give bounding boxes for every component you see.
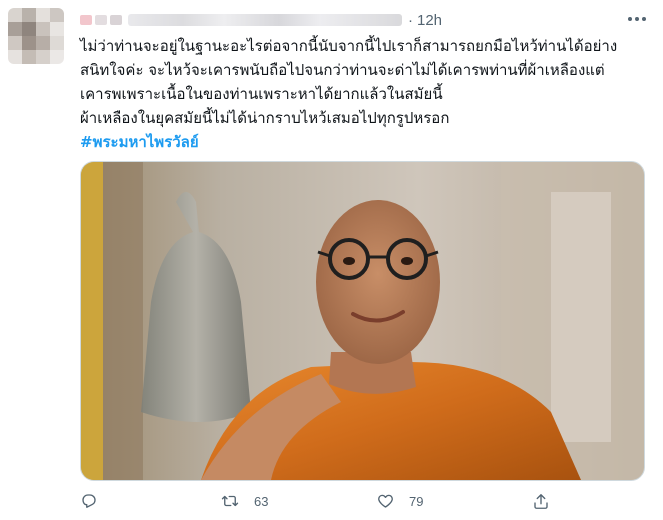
- like-button[interactable]: 79: [376, 492, 423, 510]
- like-icon: [378, 494, 393, 508]
- tweet-text: ไม่ว่าท่านจะอยู่ในฐานะอะไรต่อจากนี้นับจา…: [80, 34, 650, 154]
- more-icon[interactable]: [628, 14, 650, 24]
- share-button[interactable]: [532, 492, 550, 511]
- tweet-header: · 12h: [80, 10, 442, 30]
- share-icon: [534, 494, 548, 509]
- reply-icon: [82, 494, 96, 508]
- author-name-redacted[interactable]: [80, 15, 122, 25]
- retweet-button[interactable]: 63: [220, 492, 268, 510]
- hashtag-link[interactable]: #พระมหาไพรวัลย์: [80, 130, 650, 154]
- action-bar: 63 79: [80, 492, 650, 516]
- like-count: 79: [409, 493, 424, 509]
- tweet-body: ไม่ว่าท่านจะอยู่ในฐานะอะไรต่อจากนี้นับจา…: [80, 37, 618, 127]
- header-separator: ·: [408, 11, 413, 29]
- tweet-photo[interactable]: [80, 161, 645, 481]
- monk-photo: [81, 162, 644, 480]
- retweet-count: 63: [254, 493, 269, 509]
- avatar[interactable]: [8, 8, 64, 64]
- retweet-icon: [221, 495, 239, 507]
- reply-button[interactable]: [80, 492, 112, 510]
- tweet-timestamp[interactable]: 12h: [417, 12, 442, 29]
- author-handle-redacted[interactable]: [128, 14, 402, 26]
- tweet-card[interactable]: · 12h ไม่ว่าท่านจะอยู่ในฐานะอะไรต่อจากนี…: [0, 0, 663, 520]
